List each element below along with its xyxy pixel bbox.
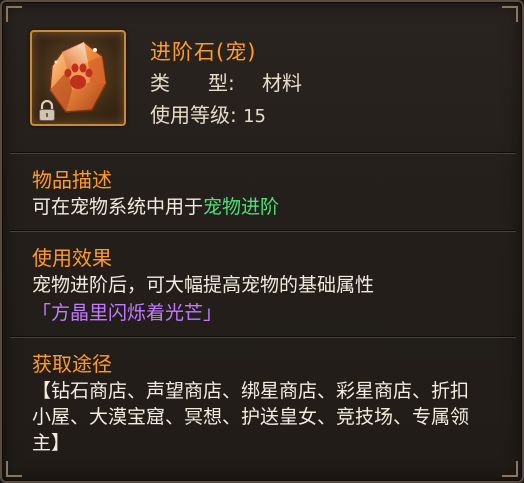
acquire-title: 获取途径 — [32, 352, 112, 376]
item-header: 进阶石(宠) 类型: 材料 使用等级: 15 — [2, 2, 522, 152]
item-level-label: 使用等级: — [150, 103, 237, 127]
item-tooltip: 进阶石(宠) 类型: 材料 使用等级: 15 物品描述 可在宠物系统中用于宠物进阶… — [0, 0, 524, 483]
description-highlight: 宠物进阶 — [203, 196, 280, 218]
divider — [10, 152, 516, 154]
acquire-text: 【钻石商店、声望商店、绑星商店、彩星商店、折扣小屋、大漠宝窟、冥想、护送皇女、竞… — [32, 380, 470, 454]
description-text: 可在宠物系统中用于宠物进阶 — [32, 196, 280, 218]
item-type-label: 类型: — [150, 71, 235, 95]
item-level-value: 15 — [243, 106, 267, 127]
item-type-value: 材料 — [262, 71, 302, 95]
frame-corner-bottom-right — [502, 461, 518, 477]
item-name: 进阶石(宠) — [150, 40, 257, 64]
frame-corner-bottom-left — [6, 461, 22, 477]
description-title: 物品描述 — [32, 168, 112, 192]
effect-flavor-text: 「方晶里闪烁着光芒」 — [32, 302, 223, 324]
item-level-row: 使用等级: 15 — [150, 99, 266, 128]
effect-title: 使用效果 — [32, 246, 112, 270]
divider — [10, 230, 516, 232]
lock-icon — [39, 100, 55, 121]
divider — [10, 336, 516, 338]
item-type-row: 类型: 材料 — [150, 67, 302, 96]
effect-text: 宠物进阶后，可大幅提高宠物的基础属性 — [32, 274, 375, 296]
